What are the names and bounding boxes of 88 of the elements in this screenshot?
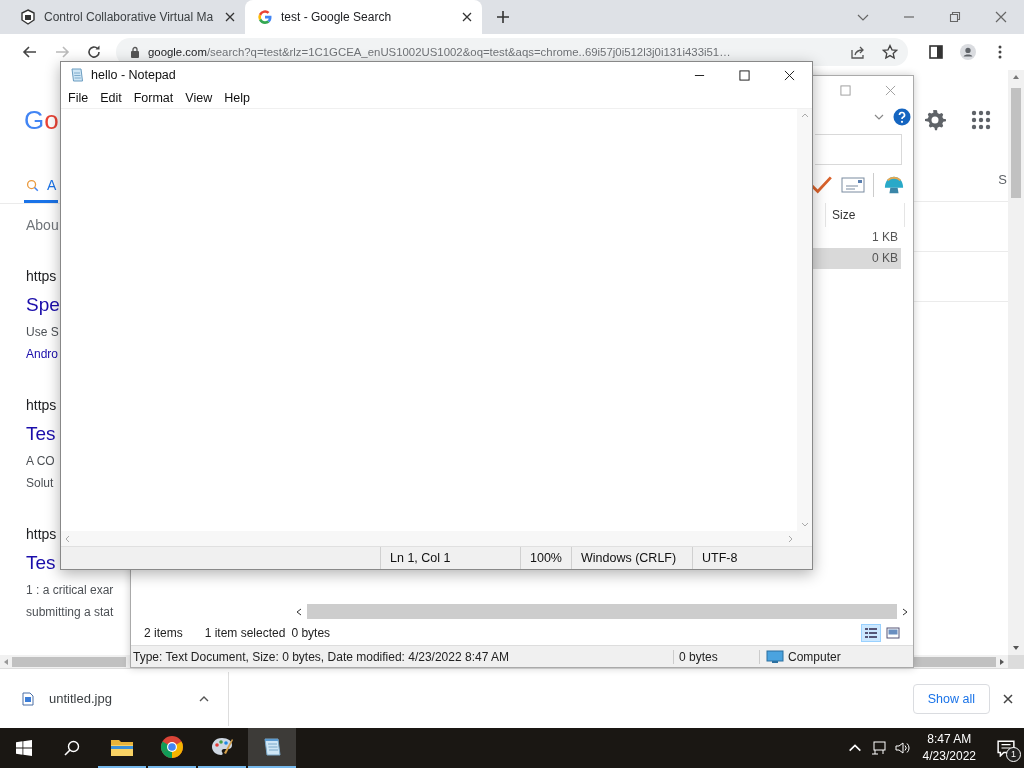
message-icon <box>997 739 1015 757</box>
share-icon[interactable] <box>850 44 866 60</box>
file-details-text: Type: Text Document, Size: 0 bytes, Date modified: 4/23/2022 8:47 AM <box>131 649 674 664</box>
result-snippet: submitting a stat <box>26 604 114 621</box>
result-url: https <box>26 267 57 286</box>
reload-icon[interactable] <box>86 44 102 60</box>
search-icon <box>26 178 39 192</box>
taskbar-app-button[interactable] <box>248 728 296 768</box>
menu-item[interactable]: File <box>62 91 95 105</box>
close-icon[interactable] <box>462 12 472 22</box>
file-size-text: 0 bytes <box>674 649 760 664</box>
close-icon[interactable] <box>1002 692 1014 705</box>
result-link[interactable]: Andro <box>26 344 59 364</box>
browser-icon <box>160 735 184 759</box>
apps-grid-icon[interactable] <box>969 108 993 132</box>
search-icon[interactable] <box>64 740 80 756</box>
result-snippet: A CO <box>26 453 55 470</box>
google-icon <box>257 9 273 25</box>
star-icon[interactable] <box>882 44 898 60</box>
result-snippet: Use S <box>26 324 59 341</box>
browser-tab[interactable]: Control Collaborative Virtual Ma <box>8 0 245 34</box>
scrollbar-thumb[interactable] <box>307 604 897 619</box>
scroll-up-icon[interactable] <box>1012 73 1020 81</box>
result-title-link[interactable]: Tes <box>26 550 56 576</box>
menu-item[interactable]: Edit <box>94 91 128 105</box>
help-icon[interactable] <box>893 107 911 126</box>
result-snippet: Solut <box>26 475 54 492</box>
column-header[interactable]: Size <box>825 203 905 227</box>
location-text: Computer <box>788 649 841 664</box>
volume-icon[interactable] <box>894 740 911 756</box>
details-list-icon <box>864 627 878 639</box>
window-title: hello - Notepad <box>91 68 176 82</box>
status-text: UTF-8 <box>692 547 812 569</box>
envelope-icon[interactable] <box>841 175 865 195</box>
scroll-right-icon[interactable] <box>901 607 909 616</box>
restore-icon[interactable] <box>948 10 962 24</box>
tools-tab[interactable]: S <box>998 172 1007 187</box>
result-title-link[interactable]: Spe <box>26 292 60 318</box>
back-icon[interactable] <box>22 44 38 60</box>
status-text: 100% <box>520 547 571 569</box>
computer-icon <box>766 649 784 664</box>
notification-count: 1 <box>1006 747 1021 762</box>
google-logo[interactable]: Go <box>24 102 59 138</box>
network-icon[interactable] <box>870 740 887 756</box>
scrollbar-thumb[interactable] <box>1011 88 1021 198</box>
status-text: Windows (CRLF) <box>571 547 692 569</box>
new-tab-icon[interactable] <box>496 10 510 24</box>
result-snippet: 1 : a critical exar <box>26 582 114 599</box>
download-item[interactable]: untitled.jpg <box>22 671 229 726</box>
vertical-scrollbar[interactable] <box>1008 70 1024 655</box>
result-url: https <box>26 525 57 544</box>
scroll-left-icon[interactable] <box>295 607 303 616</box>
scrollbar-thumb[interactable] <box>12 656 126 667</box>
result-title-link[interactable]: Tes <box>26 421 56 447</box>
notepad-icon <box>69 67 85 83</box>
scroll-down-icon[interactable] <box>1012 644 1020 652</box>
file-size-cell[interactable]: 1 KB <box>810 227 901 248</box>
side-panel-icon[interactable] <box>928 44 944 60</box>
details-view-button[interactable] <box>861 624 881 642</box>
menu-item[interactable]: Help <box>218 91 256 105</box>
preview-view-button[interactable] <box>883 624 903 642</box>
notification-button[interactable]: 1 <box>988 728 1024 768</box>
clock-time: 8:47 AM <box>927 731 972 748</box>
lock-icon <box>130 46 140 58</box>
preview-pane-icon <box>886 627 900 639</box>
image-file-icon <box>22 691 34 706</box>
close-icon[interactable] <box>225 12 235 22</box>
result-url: https <box>26 396 57 415</box>
menu-item[interactable]: View <box>179 91 219 105</box>
settings-icon[interactable] <box>923 108 947 132</box>
clock[interactable]: 8:47 AM 4/23/2022 <box>922 731 976 765</box>
scroll-right-icon[interactable] <box>998 657 1006 666</box>
profile-icon[interactable] <box>960 44 976 60</box>
shell-icon[interactable] <box>882 175 906 195</box>
clock-date: 4/23/2022 <box>922 748 976 765</box>
show-all-button[interactable]: Show all <box>912 683 990 714</box>
search-field[interactable] <box>815 133 902 165</box>
windows-start-icon[interactable] <box>16 740 32 756</box>
browser-tab[interactable]: test - Google Search <box>245 0 482 34</box>
file-size-cell[interactable]: 0 KB <box>810 248 901 269</box>
result-stats: Abou <box>26 216 59 235</box>
item-count: 2 items <box>144 626 183 640</box>
scrollbar-thumb[interactable] <box>911 656 996 667</box>
app-icon <box>20 9 36 25</box>
selection-size: 0 bytes <box>291 626 331 640</box>
menu-item[interactable]: Format <box>127 91 180 105</box>
selection-count: 1 item selected <box>204 626 286 640</box>
status-text: Ln 1, Col 1 <box>380 547 520 569</box>
